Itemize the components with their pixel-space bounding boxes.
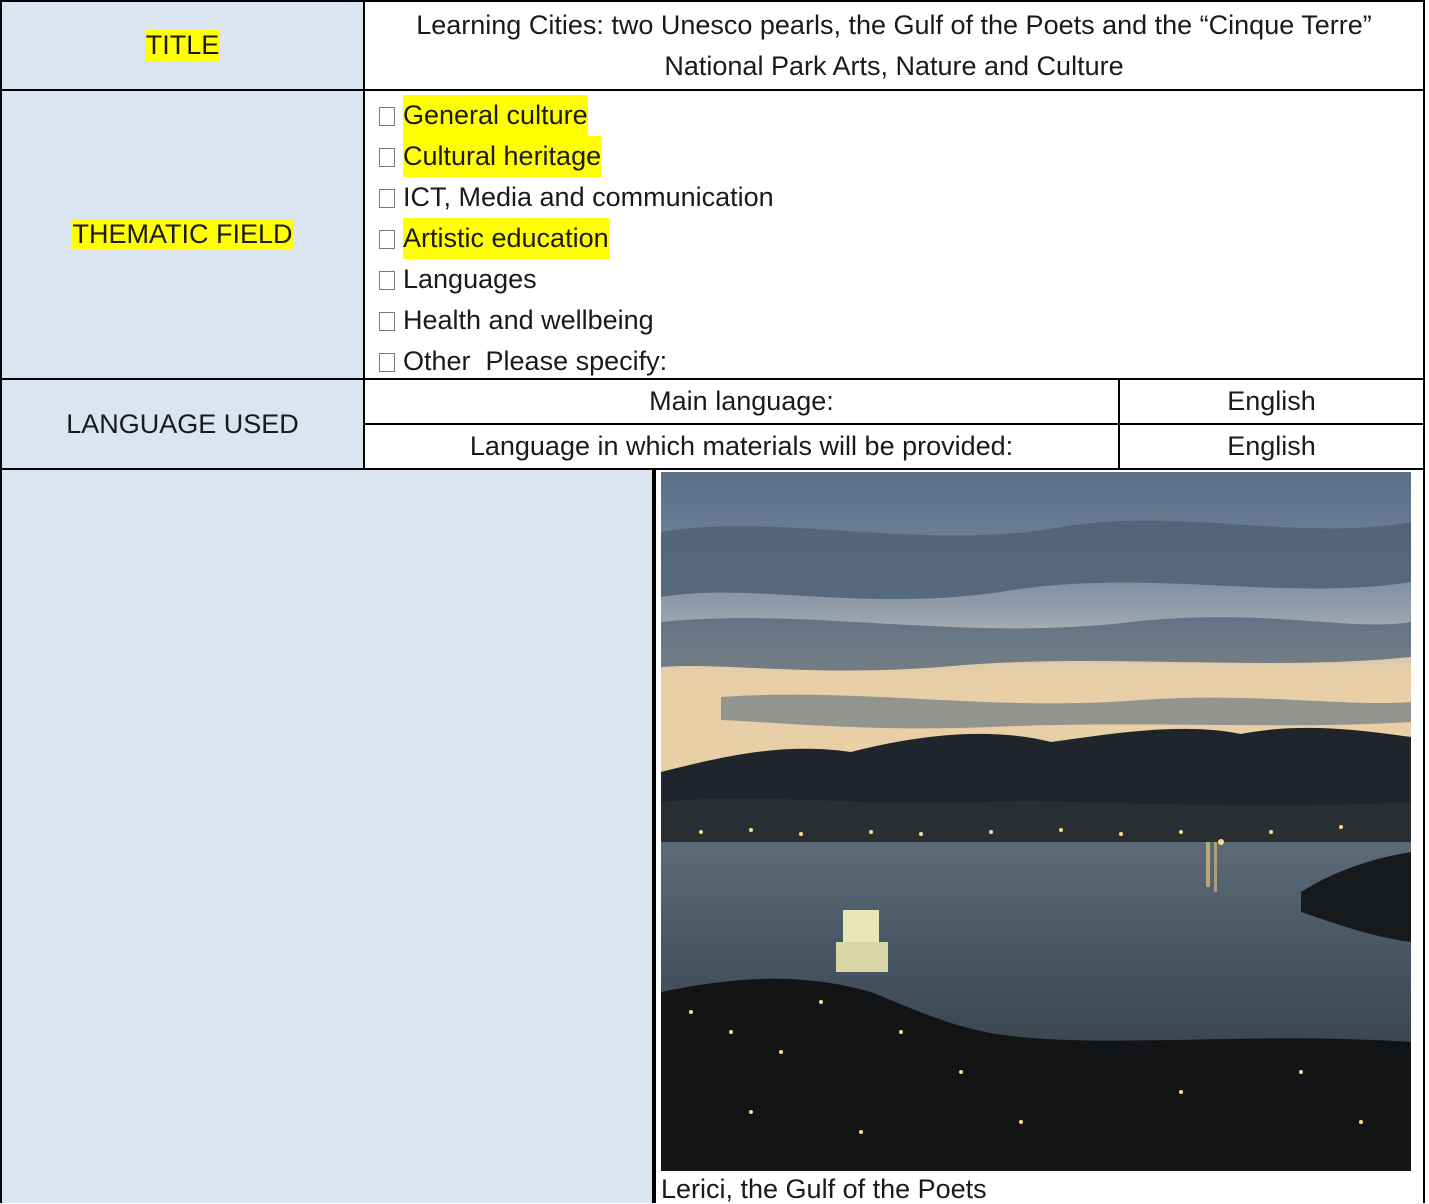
checkbox-icon[interactable] <box>379 353 395 372</box>
thematic-label-cell: THEMATIC FIELD <box>2 91 365 380</box>
option-label: Artistic education <box>403 218 609 259</box>
option-label: Languages <box>403 264 537 294</box>
option-label: Cultural heritage <box>403 136 602 177</box>
language-label-cell: LANGUAGE USED <box>2 380 365 470</box>
checklist-item: Other Please specify: <box>379 341 774 382</box>
thematic-options-cell: General culture Cultural heritage ICT, M… <box>365 91 1425 380</box>
option-label: General culture <box>403 95 588 136</box>
main-language-label: Main language: <box>649 386 834 416</box>
main-language-label-cell: Main language: <box>365 380 1120 425</box>
checklist-item: Cultural heritage <box>379 136 774 177</box>
materials-language-label: Language in which materials will be prov… <box>469 431 1014 461</box>
title-value-cell: Learning Cities: two Unesco pearls, the … <box>365 2 1425 91</box>
checkbox-icon[interactable] <box>379 107 395 126</box>
materials-language-value: English <box>1227 431 1316 461</box>
title-label: TITLE <box>145 30 220 61</box>
materials-language-label-cell: Language in which materials will be prov… <box>365 425 1120 470</box>
checkbox-icon[interactable] <box>379 312 395 331</box>
checklist-item: ICT, Media and communication <box>379 177 774 218</box>
language-used-label: LANGUAGE USED <box>66 408 299 439</box>
thematic-field-label: THEMATIC FIELD <box>72 219 293 250</box>
checklist-item: General culture <box>379 95 774 136</box>
materials-language-value-cell: English <box>1120 425 1425 470</box>
option-label: ICT, Media and communication <box>403 182 774 212</box>
checkbox-icon[interactable] <box>379 189 395 208</box>
checklist-item: Languages <box>379 259 774 300</box>
main-language-value-cell: English <box>1120 380 1425 425</box>
option-label: Other Please specify: <box>403 346 668 376</box>
checkbox-icon[interactable] <box>379 148 395 167</box>
main-language-value: English <box>1227 386 1316 416</box>
image-right-cell-border <box>654 470 1425 1203</box>
checklist-item: Artistic education <box>379 218 774 259</box>
checkbox-icon[interactable] <box>379 230 395 249</box>
option-label: Health and wellbeing <box>403 305 654 335</box>
image-left-empty-cell <box>2 470 654 1203</box>
checkbox-icon[interactable] <box>379 271 395 290</box>
checklist-item: Health and wellbeing <box>379 300 774 341</box>
title-label-cell: TITLE <box>2 2 365 91</box>
thematic-checklist: General culture Cultural heritage ICT, M… <box>379 95 774 382</box>
document-title: Learning Cities: two Unesco pearls, the … <box>416 9 1372 81</box>
